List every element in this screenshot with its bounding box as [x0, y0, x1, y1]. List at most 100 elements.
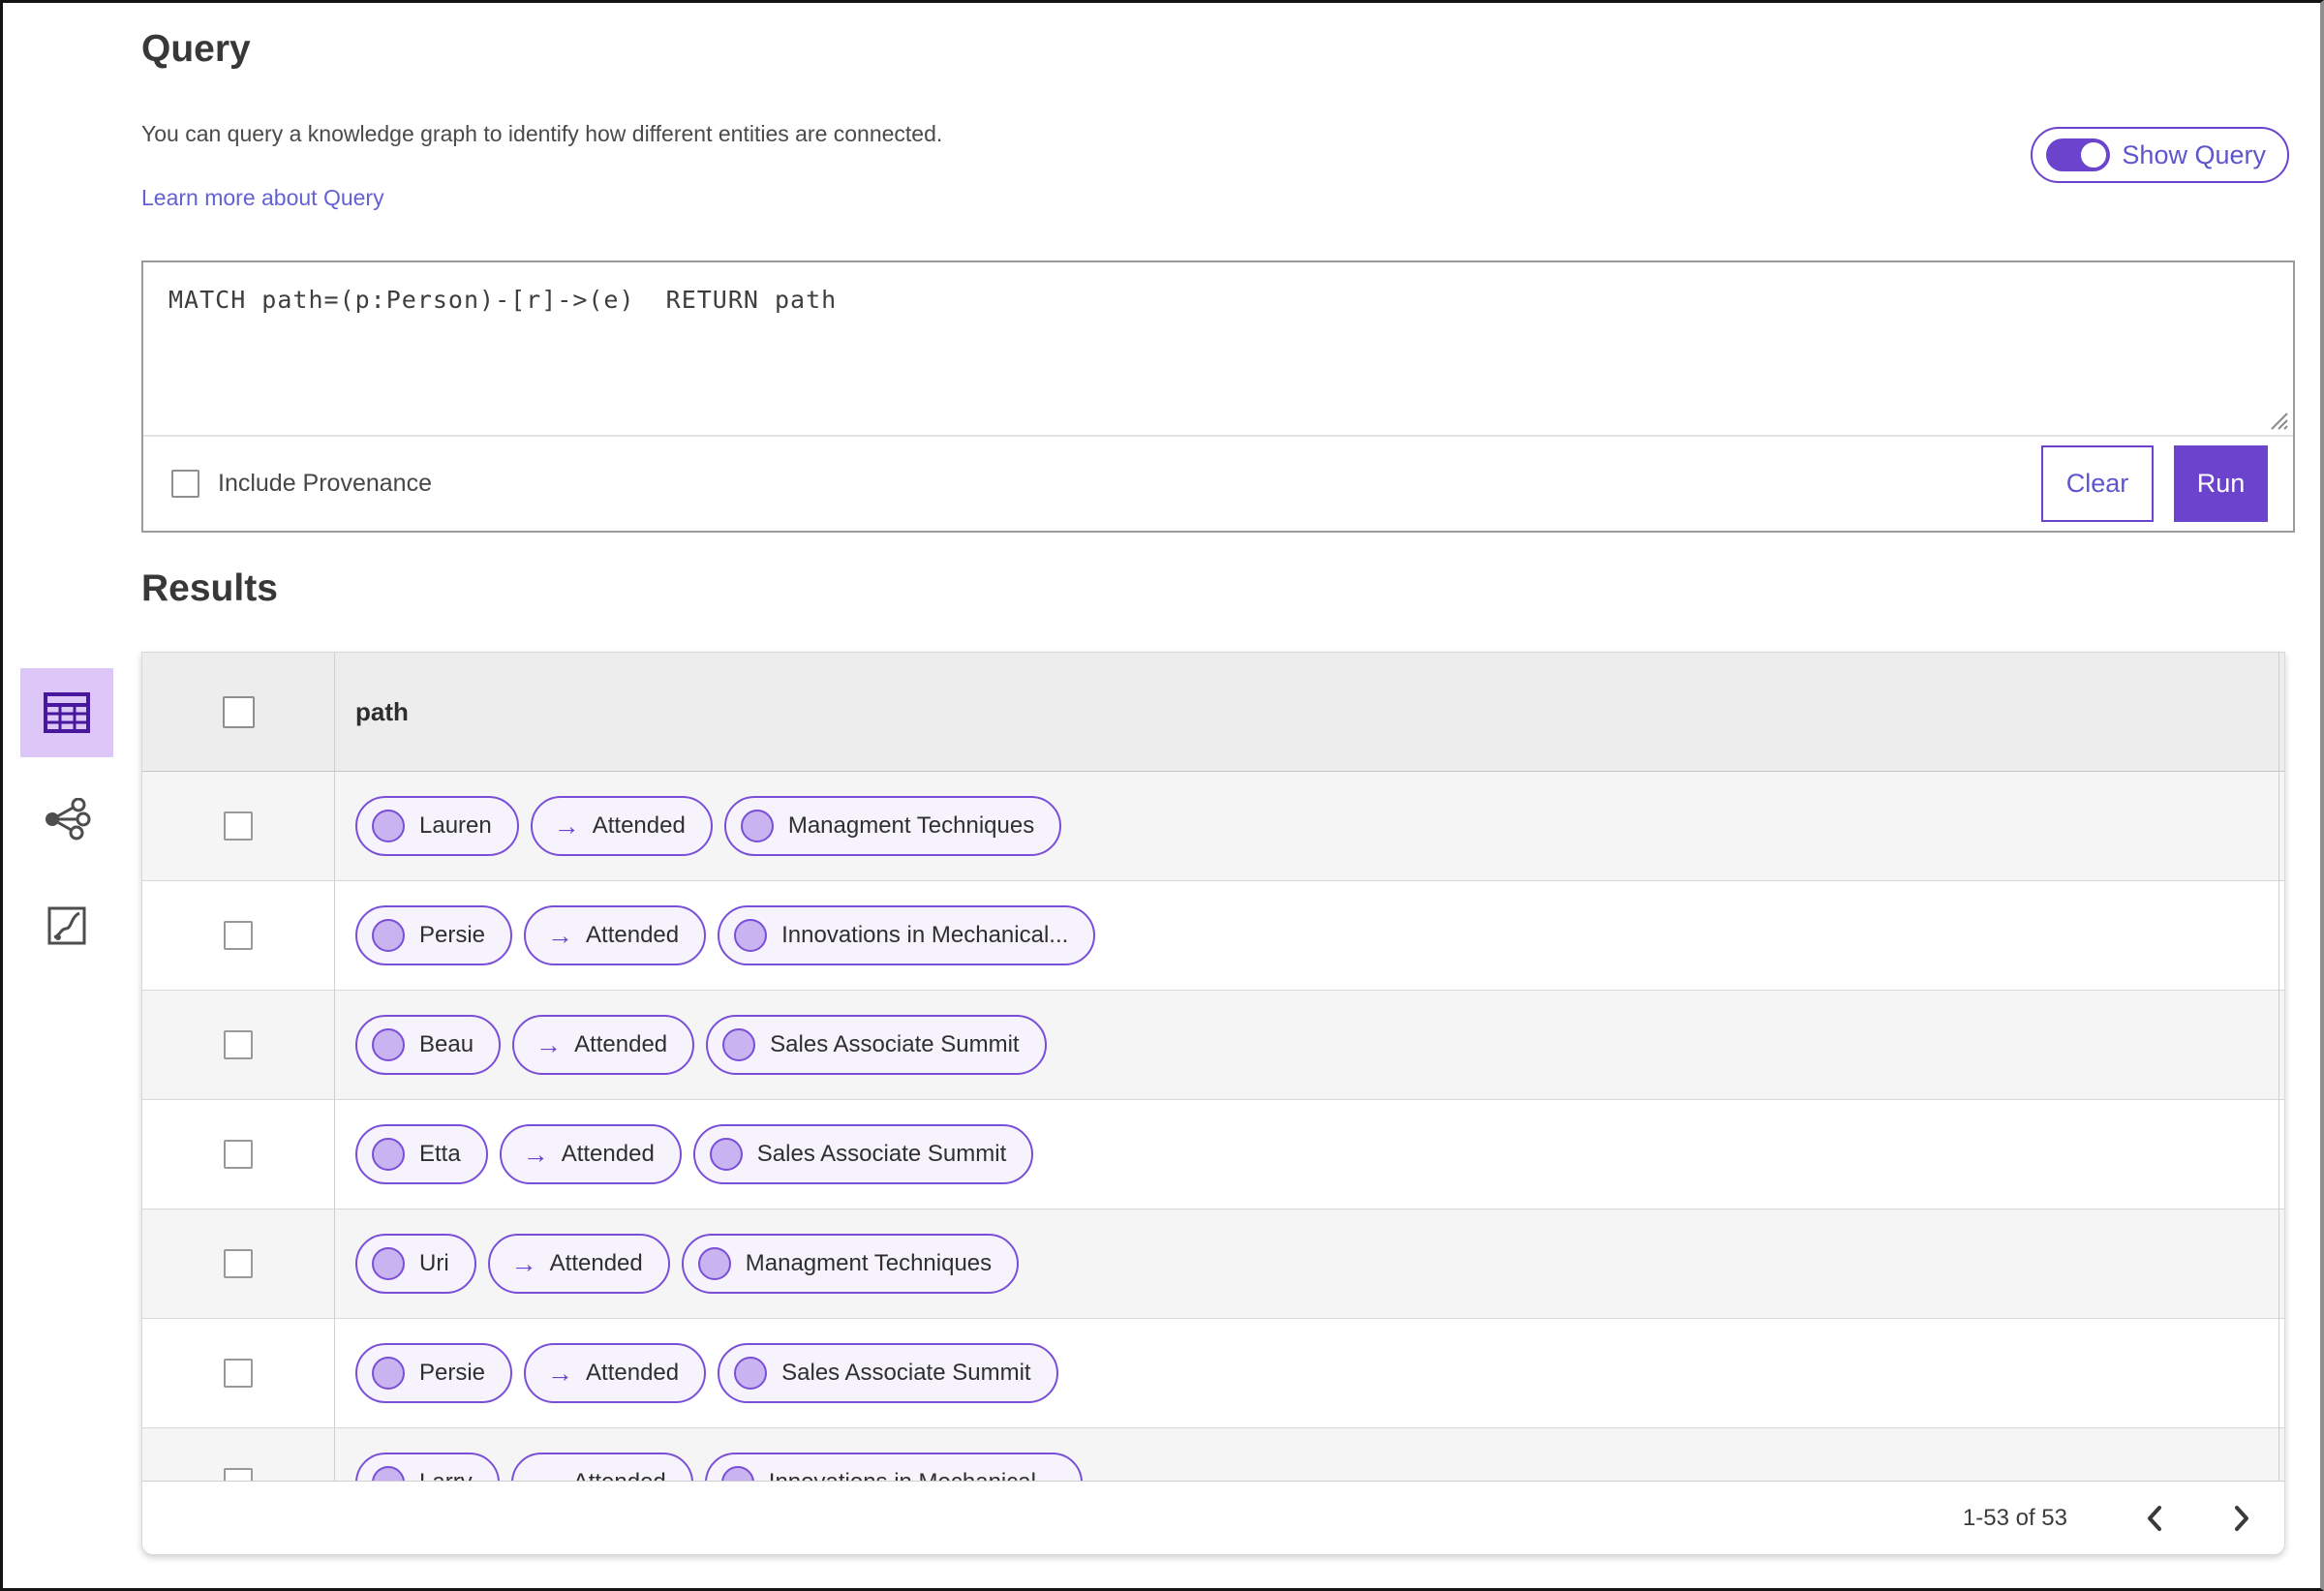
include-provenance-checkbox[interactable] — [171, 470, 199, 498]
row-checkbox[interactable] — [224, 1249, 253, 1278]
row-path-cell: Persie → Attended Sales Associate Summit — [335, 1319, 2284, 1427]
node-circle-icon — [372, 810, 405, 842]
node-circle-icon — [372, 1138, 405, 1171]
row-checkbox-cell — [142, 1319, 335, 1427]
start-node-pill-label: Uri — [419, 1250, 449, 1276]
row-checkbox-cell — [142, 991, 335, 1099]
row-path-cell: Etta → Attended Sales Associate Summit — [335, 1100, 2284, 1209]
start-node-pill-label: Larry — [419, 1469, 473, 1481]
row-checkbox[interactable] — [224, 811, 253, 841]
table-row: Lauren → Attended Managment Techniques — [142, 772, 2284, 881]
node-circle-icon — [372, 1028, 405, 1061]
row-checkbox[interactable] — [224, 1030, 253, 1059]
end-node-pill[interactable]: Innovations in Mechanical... — [718, 905, 1096, 965]
query-title: Query — [141, 28, 251, 70]
edge-pill-label: Attended — [586, 1360, 680, 1386]
start-node-pill[interactable]: Persie — [355, 1343, 513, 1403]
arrow-right-icon: → — [547, 1358, 574, 1388]
show-query-toggle-label: Show Query — [2122, 139, 2266, 169]
row-checkbox-cell — [142, 881, 335, 990]
chevron-right-icon — [2235, 1505, 2248, 1531]
resize-handle-icon[interactable] — [2268, 410, 2289, 431]
edge-pill[interactable]: → Attended — [487, 1234, 670, 1294]
run-button[interactable]: Run — [2174, 445, 2268, 522]
end-node-pill-label: Innovations in Mechanical... — [781, 922, 1069, 948]
node-circle-icon — [372, 1357, 405, 1390]
row-path-cell: Beau → Attended Sales Associate Summit — [335, 991, 2284, 1099]
table-row: Persie → Attended Sales Associate Summit — [142, 1319, 2284, 1428]
path-pill-track: Persie → Attended Sales Associate Summit — [355, 1343, 1058, 1403]
show-query-toggle[interactable]: Show Query — [2031, 127, 2289, 183]
row-checkbox[interactable] — [224, 1359, 253, 1388]
path-pill-track: Etta → Attended Sales Associate Summit — [355, 1124, 1034, 1184]
arrow-right-icon: → — [522, 1139, 549, 1169]
start-node-pill[interactable]: Etta — [355, 1124, 488, 1184]
end-node-pill[interactable]: Managment Techniques — [681, 1234, 1020, 1294]
row-checkbox[interactable] — [224, 921, 253, 950]
toggle-track-icon — [2046, 138, 2111, 171]
row-checkbox-cell — [142, 1428, 335, 1481]
query-panel: MATCH path=(p:Person)-[r]->(e) RETURN pa… — [141, 260, 2295, 533]
previous-page-button[interactable] — [2141, 1501, 2168, 1536]
query-editor-input[interactable]: MATCH path=(p:Person)-[r]->(e) RETURN pa… — [143, 262, 2293, 435]
edge-pill[interactable]: → Attended — [524, 905, 707, 965]
start-node-pill[interactable]: Lauren — [355, 796, 519, 856]
pagination-range-label: 1-53 of 53 — [1962, 1504, 2067, 1531]
edge-pill[interactable]: → Attended — [524, 1343, 707, 1403]
node-circle-icon — [709, 1138, 743, 1171]
end-node-pill-label: Managment Techniques — [745, 1250, 993, 1276]
chart-view-button[interactable] — [20, 881, 113, 970]
path-pill-track: Beau → Attended Sales Associate Summit — [355, 1015, 1047, 1075]
pagination-bar: 1-53 of 53 — [142, 1481, 2284, 1554]
path-pill-track: Lauren → Attended Managment Techniques — [355, 796, 1062, 856]
end-node-pill-label: Innovations in Mechanical... — [769, 1469, 1055, 1481]
edge-pill[interactable]: → Attended — [530, 796, 713, 856]
arrow-right-icon: → — [510, 1248, 537, 1278]
path-pill-track: Larry → Attended Innovations in Mechanic… — [355, 1453, 1083, 1481]
start-node-pill[interactable]: Larry — [355, 1453, 500, 1481]
row-checkbox-cell — [142, 1100, 335, 1209]
start-node-pill[interactable]: Persie — [355, 905, 513, 965]
end-node-pill[interactable]: Innovations in Mechanical... — [704, 1453, 1083, 1481]
start-node-pill[interactable]: Beau — [355, 1015, 502, 1075]
table-view-button[interactable] — [20, 668, 113, 757]
query-editor-wrap: MATCH path=(p:Person)-[r]->(e) RETURN pa… — [143, 262, 2293, 437]
table-body: Lauren → Attended Managment Techniques P… — [142, 772, 2284, 1481]
next-page-button[interactable] — [2228, 1501, 2255, 1536]
select-all-checkbox[interactable] — [222, 695, 255, 728]
clear-button[interactable]: Clear — [2041, 445, 2154, 522]
node-circle-icon — [720, 1466, 754, 1481]
edge-pill-label: Attended — [574, 1031, 668, 1057]
start-node-pill-label: Persie — [419, 922, 486, 948]
query-description: You can query a knowledge graph to ident… — [141, 121, 943, 146]
graph-view-button[interactable] — [20, 775, 113, 864]
learn-more-link[interactable]: Learn more about Query — [141, 185, 384, 211]
edge-pill[interactable]: → Attended — [510, 1453, 693, 1481]
node-circle-icon — [722, 1028, 756, 1061]
start-node-pill-label: Etta — [419, 1141, 461, 1167]
node-circle-icon — [734, 1357, 768, 1390]
end-node-pill[interactable]: Sales Associate Summit — [706, 1015, 1047, 1075]
start-node-pill-label: Persie — [419, 1360, 486, 1386]
edge-pill-label: Attended — [573, 1469, 666, 1481]
row-checkbox[interactable] — [224, 1468, 253, 1481]
end-node-pill[interactable]: Managment Techniques — [723, 796, 1062, 856]
chart-view-icon — [47, 906, 86, 945]
results-table-card: path Lauren → Attended Managment Techniq… — [141, 652, 2285, 1555]
row-path-cell: Larry → Attended Innovations in Mechanic… — [335, 1428, 2284, 1481]
table-row: Uri → Attended Managment Techniques — [142, 1209, 2284, 1319]
node-circle-icon — [697, 1247, 731, 1280]
arrow-right-icon: → — [535, 1469, 561, 1481]
end-node-pill[interactable]: Sales Associate Summit — [692, 1124, 1034, 1184]
node-circle-icon — [734, 919, 768, 952]
edge-pill[interactable]: → Attended — [499, 1124, 682, 1184]
edge-pill[interactable]: → Attended — [512, 1015, 695, 1075]
table-header-row: path — [142, 653, 2284, 772]
row-checkbox-cell — [142, 1209, 335, 1318]
row-checkbox[interactable] — [224, 1140, 253, 1169]
end-node-pill[interactable]: Sales Associate Summit — [718, 1343, 1058, 1403]
start-node-pill[interactable]: Uri — [355, 1234, 476, 1294]
end-node-pill-label: Sales Associate Summit — [756, 1141, 1007, 1167]
toggle-knob-icon — [2080, 141, 2108, 168]
table-row: Etta → Attended Sales Associate Summit — [142, 1100, 2284, 1209]
